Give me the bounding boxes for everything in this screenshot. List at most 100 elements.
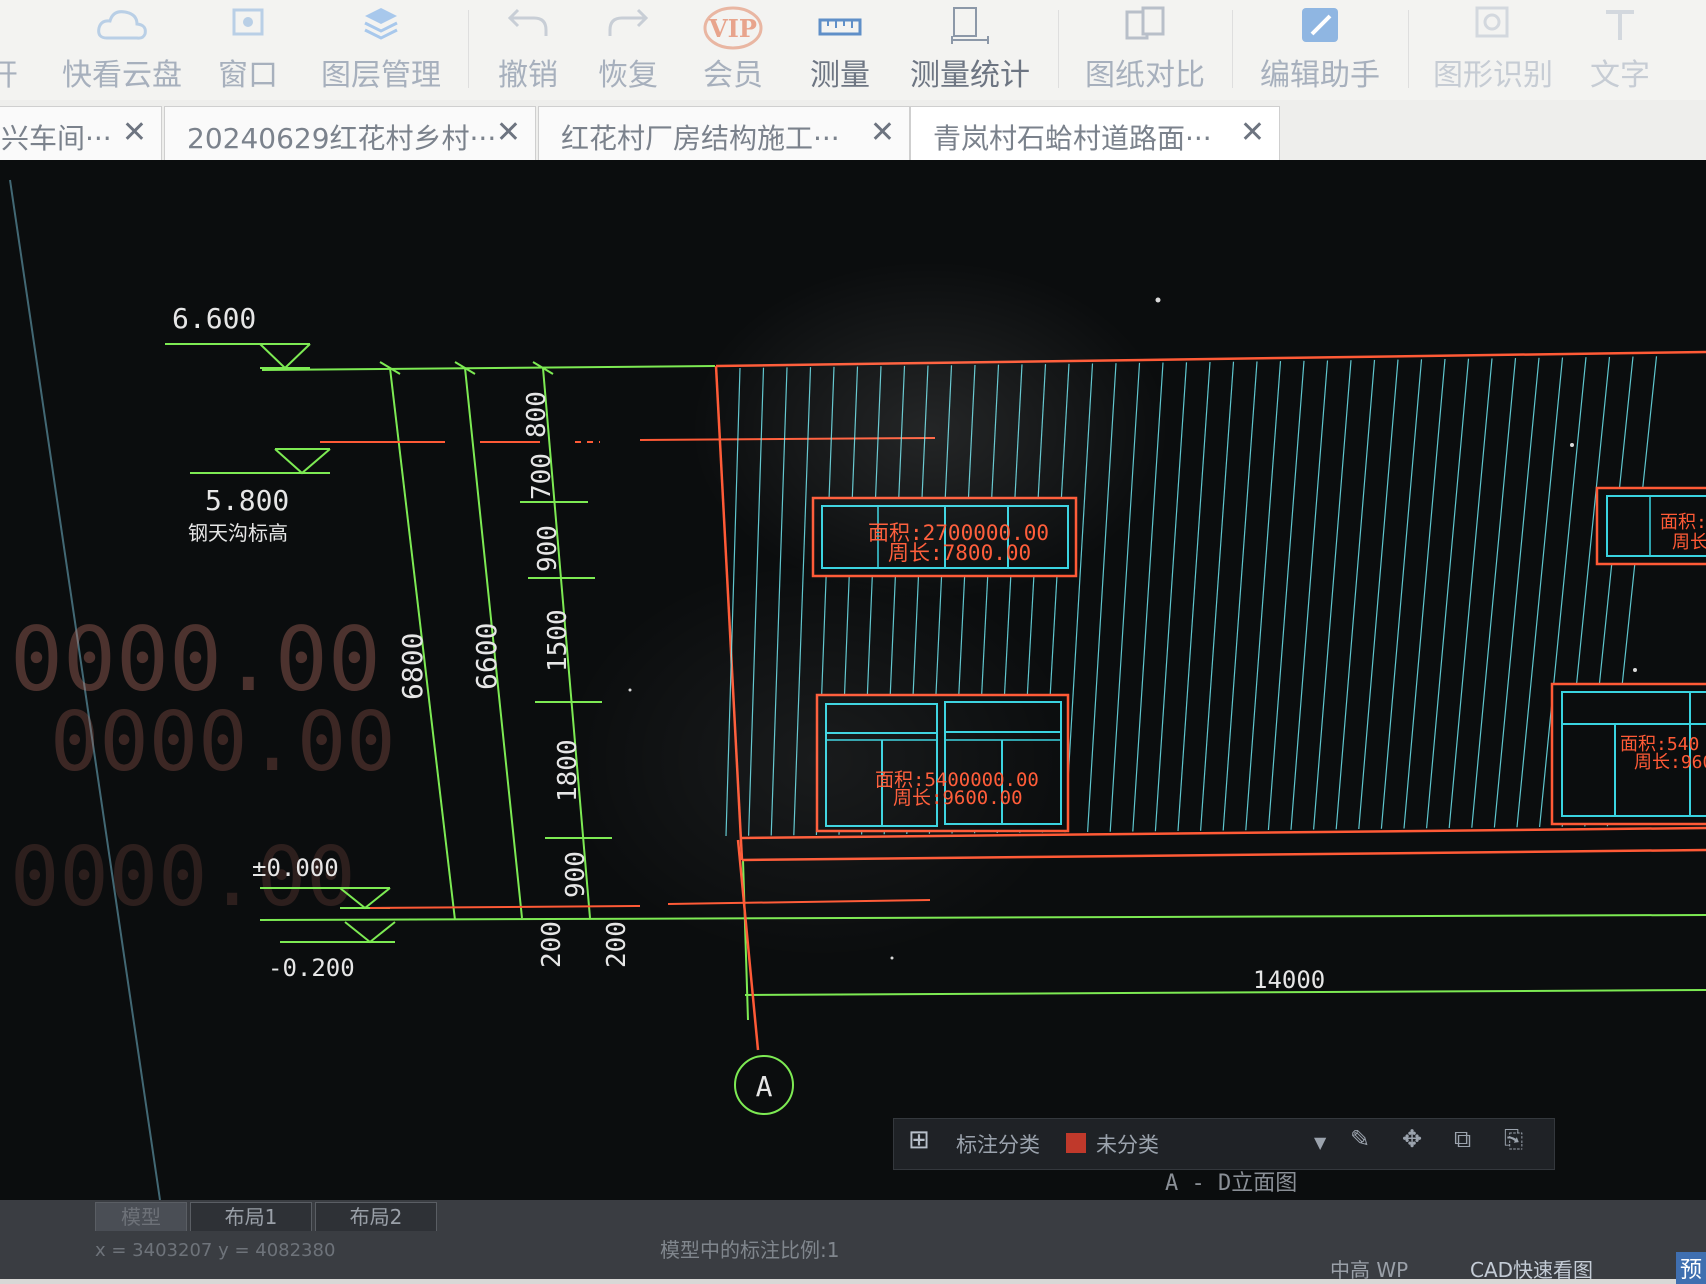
taskbar-item[interactable]: 预 <box>1676 1252 1706 1284</box>
layers-icon <box>361 6 401 50</box>
toolbar-cloud-button[interactable]: 快看云盘 <box>58 0 186 100</box>
document-tab[interactable]: 20240629红花村乡村··· ✕ <box>164 106 536 160</box>
toolbar-measure-stats-button[interactable]: 测量统计 <box>904 0 1036 100</box>
window-right-lower-perimeter: 周长:960 <box>1634 752 1706 773</box>
wall-panel-line <box>748 367 765 836</box>
layout-tab-model[interactable]: 模型 <box>95 1202 187 1231</box>
wall-panel-line <box>1493 357 1540 828</box>
edit-icon[interactable]: ✎ <box>1350 1125 1370 1153</box>
window-right-upper-area: 面积:2 <box>1660 512 1706 533</box>
document-tab[interactable]: 兴车间··· ✕ <box>0 106 162 160</box>
grid-icon[interactable]: ⊞ <box>908 1125 930 1155</box>
view-title: A - D立面图 <box>1165 1171 1297 1196</box>
toolbar-undo-button[interactable]: 撤销 <box>488 0 568 100</box>
wall-panel-line <box>1087 363 1117 833</box>
ruler-icon <box>816 6 864 50</box>
chevron-down-icon[interactable]: ▼ <box>1314 1133 1326 1152</box>
document-tab[interactable]: 红花村厂房结构施工··· ✕ <box>538 106 910 160</box>
wall-panel-line <box>1426 358 1470 829</box>
recognition-icon <box>1469 6 1517 50</box>
document-tab-label: 红花村厂房结构施工··· <box>561 122 840 155</box>
toolbar-cloud-label: 快看云盘 <box>62 58 182 93</box>
wall-panel-line <box>1335 359 1376 830</box>
toolbar-layers-button[interactable]: 图层管理 <box>316 0 446 100</box>
drawing-canvas[interactable]: 0000.00 0000.00 0000.00 6.600 5.800 钢天沟标… <box>0 160 1706 1200</box>
toolbar-compare-button[interactable]: 图纸对比 <box>1080 0 1210 100</box>
toolbar-measure-button[interactable]: 测量 <box>795 0 885 100</box>
cloud-icon <box>95 6 149 54</box>
annotation-category-bar: ⊞ 标注分类 未分类 ▼ ✎ ✥ ⧉ ⎘ <box>893 1118 1555 1170</box>
wall-panel-line <box>1380 359 1423 829</box>
annotation-scale-text: 模型中的标注比例:1 <box>660 1238 840 1262</box>
toolbar-window-button[interactable]: 窗口 <box>208 0 288 100</box>
toolbar-divider <box>1232 10 1233 88</box>
toolbar-divider <box>468 10 469 88</box>
annotation-label: 标注分类 <box>956 1133 1040 1157</box>
wall-panel-line <box>1471 358 1517 828</box>
document-tab-label: 兴车间··· <box>1 122 112 155</box>
toolbar-edit-assistant-button[interactable]: 编辑助手 <box>1255 0 1385 100</box>
dim-total-b: 6600 <box>470 623 503 690</box>
dim-chain-900b: 900 <box>561 851 591 898</box>
dim-chain-1800: 1800 <box>553 739 583 802</box>
elevation-gutter-note: 钢天沟标高 <box>188 521 288 545</box>
toolbar-measure-label: 测量 <box>810 58 870 93</box>
dim-chain-900: 900 <box>533 525 563 572</box>
text-icon <box>1600 6 1640 50</box>
copy-icon[interactable]: ⧉ <box>1454 1125 1471 1153</box>
wall-panel-line <box>770 367 788 836</box>
dim-total-a: 6800 <box>396 633 429 700</box>
layout-tab-1[interactable]: 布局1 <box>190 1202 312 1231</box>
os-taskbar: 中高 WP CAD快速看图 预 <box>1330 1252 1706 1284</box>
wall-panel-line <box>1290 360 1329 830</box>
category-select[interactable]: 未分类 <box>1096 1129 1159 1159</box>
toolbar-compare-label: 图纸对比 <box>1085 58 1205 93</box>
toolbar-text-label: 文字 <box>1590 58 1650 93</box>
toolbar-measure-stats-label: 测量统计 <box>910 58 1030 93</box>
wall-panel-line <box>1358 359 1399 830</box>
toolbar-vip-button[interactable]: VIP 会员 <box>692 0 774 100</box>
window-right-upper-perimeter: 周长: <box>1672 532 1706 553</box>
toolbar-redo-label: 恢复 <box>598 58 658 93</box>
close-icon[interactable]: ✕ <box>496 115 521 150</box>
toolbar-text-button[interactable]: 文字 <box>1580 0 1660 100</box>
move-icon[interactable]: ✥ <box>1402 1125 1422 1153</box>
close-icon[interactable]: ✕ <box>870 115 895 150</box>
undo-icon <box>506 6 550 50</box>
ghost-text-row: 0000.00 <box>50 695 396 790</box>
toolbar-open-button[interactable]: 开 <box>0 0 40 100</box>
toolbar: 开 快看云盘 窗口 图层管理 撤销 恢复 VIP 会员 测量 测量统计 图纸对比… <box>0 0 1706 100</box>
elevation-top-label: 6.600 <box>172 302 256 335</box>
paste-icon[interactable]: ⎘ <box>1504 1125 1523 1153</box>
wall-panel-line <box>1267 360 1305 831</box>
svg-text:VIP: VIP <box>708 14 757 43</box>
toolbar-window-label: 窗口 <box>218 58 278 93</box>
toolbar-redo-button[interactable]: 恢复 <box>588 0 668 100</box>
toolbar-divider <box>1058 10 1059 88</box>
window-upper-perimeter: 周长:7800.00 <box>888 541 1031 565</box>
toolbar-open-label: 开 <box>0 58 18 93</box>
close-icon[interactable]: ✕ <box>122 115 147 150</box>
wall-panel-line <box>1109 362 1141 832</box>
wall-panel-line <box>1313 360 1352 830</box>
toolbar-vip-label: 会员 <box>703 58 763 93</box>
toolbar-edit-assistant-label: 编辑助手 <box>1260 58 1380 93</box>
dim-horizontal-14000: 14000 <box>1253 966 1325 994</box>
wall-panel-line <box>1132 362 1164 832</box>
document-tab-label: 青岚村石蛤村道路面··· <box>933 122 1212 155</box>
window-lower-perimeter: 周长:9600.00 <box>893 787 1023 809</box>
wall-panel-line <box>1403 358 1446 829</box>
toolbar-undo-label: 撤销 <box>498 58 558 93</box>
toolbar-recognition-button[interactable]: 图形识别 <box>1428 0 1558 100</box>
window-icon <box>228 6 268 50</box>
dim-chain-800: 800 <box>522 391 552 438</box>
dim-chain-1500: 1500 <box>543 609 573 672</box>
close-icon[interactable]: ✕ <box>1240 115 1265 150</box>
layout-tab-2[interactable]: 布局2 <box>315 1202 437 1231</box>
compare-icon <box>1121 6 1169 50</box>
measure-stats-icon <box>946 6 994 54</box>
document-tab-active[interactable]: 青岚村石蛤村道路面··· ✕ <box>910 106 1280 160</box>
dim-bottom-200-b: 200 <box>602 921 632 968</box>
wall-panel-line <box>1245 361 1282 831</box>
document-tab-label: 20240629红花村乡村··· <box>187 122 497 155</box>
